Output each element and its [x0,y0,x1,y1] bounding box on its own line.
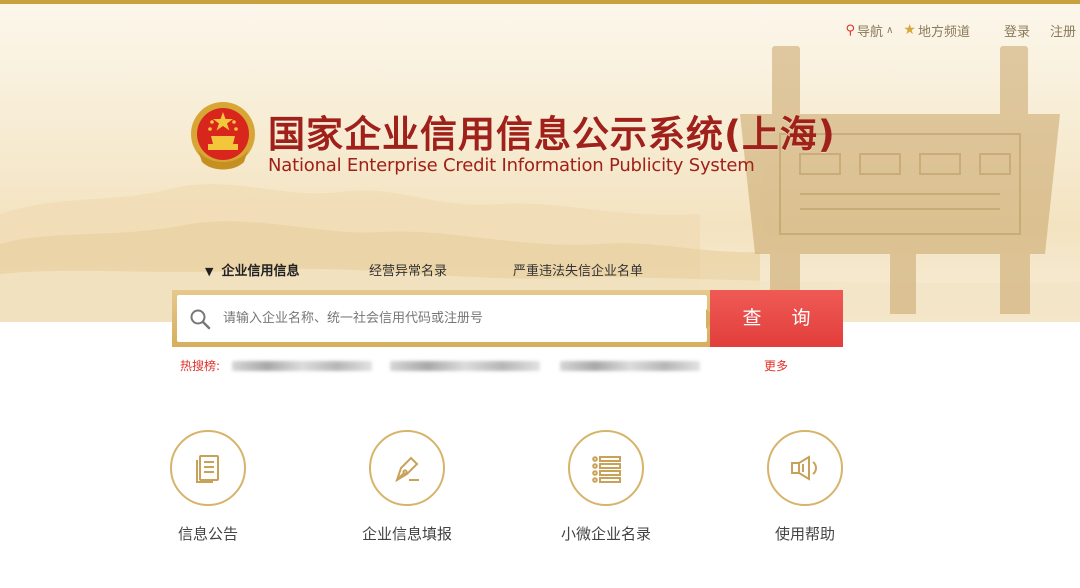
query-button[interactable]: 查 询 [710,290,843,347]
local-channel-link[interactable]: ★ 地方频道 [897,21,970,40]
service-label: 使用帮助 [774,525,835,543]
search-input[interactable] [223,311,707,326]
tab-label: 企业信用信息 [221,264,300,279]
location-pin-icon: ⚲ [845,22,856,38]
register-link[interactable]: 注册 [1050,21,1076,40]
tab-enterprise-credit[interactable]: ▼ 企业信用信息 [205,260,299,279]
triangle-down-icon: ▼ [205,265,214,278]
more-link[interactable]: 更多 [764,357,788,374]
hot-search-item-blurred[interactable] [560,361,700,371]
service-shortcuts: 信息公告 企业信息填报 小微企业名录 使用帮助 [0,430,1080,580]
hero-banner: ⚲ 导航 ∧ ★ 地方频道 登录 注册 国家企业信用信息公示系统(上海) Nat… [0,4,1080,322]
nav-menu[interactable]: ⚲ 导航 ∧ [846,21,894,40]
local-channel-label: 地方频道 [917,24,970,40]
login-link[interactable]: 登录 [1004,21,1030,40]
tab-abnormal-list[interactable]: 经营异常名录 [369,260,447,279]
page-subtitle-en: National Enterprise Credit Information P… [268,155,755,176]
service-help[interactable]: 使用帮助 [735,430,875,544]
hot-search-bar: 热搜榜: 更多 [180,357,800,375]
tab-serious-violation-list[interactable]: 严重违法失信企业名单 [513,260,643,279]
pen-icon [369,430,445,506]
search-icon [177,308,223,330]
search-box [172,290,712,347]
document-icon [170,430,246,506]
hot-search-item-blurred[interactable] [390,361,540,371]
national-emblem-logo [191,102,255,170]
star-icon: ★ [903,22,916,38]
list-icon [568,430,644,506]
service-info-announcement[interactable]: 信息公告 [138,430,278,544]
hot-search-label: 热搜榜: [180,359,221,373]
hot-search-item-blurred[interactable] [232,361,372,371]
service-enterprise-report[interactable]: 企业信息填报 [337,430,477,544]
chevron-up-icon: ∧ [886,24,894,36]
top-nav: ⚲ 导航 ∧ ★ 地方频道 登录 注册 [846,20,1080,40]
service-label: 信息公告 [177,525,238,543]
speaker-icon [767,430,843,506]
page-title: 国家企业信用信息公示系统(上海) [268,113,836,156]
nav-label: 导航 [857,24,884,40]
service-label: 小微企业名录 [560,525,651,543]
service-small-micro-list[interactable]: 小微企业名录 [536,430,676,544]
service-label: 企业信息填报 [361,525,452,543]
